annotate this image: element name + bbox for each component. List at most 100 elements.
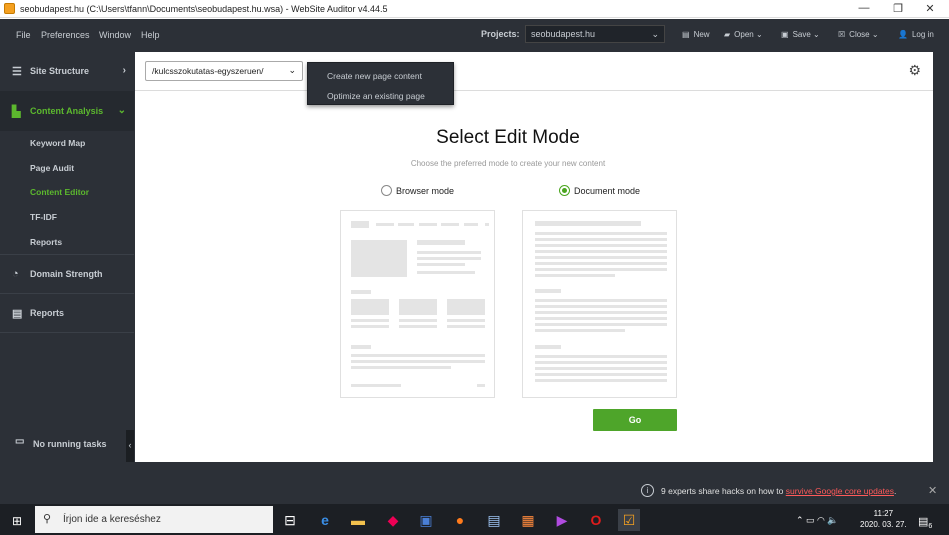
preview-block — [351, 345, 371, 349]
notification-bar: i 9 experts share hacks on how to surviv… — [0, 477, 949, 504]
preview-block — [535, 256, 667, 259]
preview-block — [419, 223, 437, 226]
chevron-down-icon: ⌄ — [117, 105, 126, 116]
preview-block — [351, 384, 401, 387]
chevron-down-icon: ⌄ — [288, 65, 296, 75]
preview-block — [417, 251, 481, 254]
folder-icon: ▰ — [724, 30, 731, 39]
preview-block — [351, 221, 369, 228]
browser-mode-radio[interactable]: Browser mode — [381, 185, 454, 196]
menu-item-create-new[interactable]: Create new page content — [327, 71, 422, 81]
sidebar-item-content-analysis[interactable]: ▙ Content Analysis ⌄ — [0, 91, 134, 131]
preview-block — [398, 223, 414, 226]
preview-block — [535, 373, 667, 376]
save-label: Save — [792, 30, 811, 39]
project-select[interactable]: seobudapest.hu ⌄ — [525, 25, 665, 43]
sidebar-item-page-audit[interactable]: Page Audit — [30, 163, 74, 173]
preview-block — [535, 379, 667, 382]
preview-block — [535, 262, 667, 265]
taskbar-search[interactable]: ⚲ Írjon ide a kereséshez — [35, 506, 273, 533]
close-button[interactable]: ✕ — [918, 2, 942, 15]
edge-icon[interactable]: e — [314, 509, 336, 531]
new-button[interactable]: ▤ New — [682, 30, 710, 39]
menu-preferences[interactable]: Preferences — [41, 30, 90, 40]
tray-icons[interactable]: ⌃ ▭ ◠ 🔈 — [796, 515, 839, 526]
preview-block — [447, 325, 485, 328]
menu-file[interactable]: File — [16, 30, 31, 40]
preview-block — [535, 221, 641, 226]
restore-button[interactable]: ❐ — [886, 2, 910, 15]
save-button[interactable]: ▣ Save ⌄ — [781, 30, 820, 39]
preview-block — [351, 325, 389, 328]
browser-mode-preview[interactable] — [340, 210, 495, 398]
url-select[interactable]: /kulcsszokutatas-egyszeruen/ ⌄ — [145, 61, 303, 81]
new-content-menu: Create new page content Optimize an exis… — [307, 62, 454, 105]
media-app-icon[interactable]: ▶ — [551, 509, 573, 531]
windows-taskbar: ⊞ ⚲ Írjon ide a kereséshez ⊟ e ▬ ◆ ▣ ● ▤… — [0, 504, 949, 535]
preview-block — [535, 238, 667, 241]
gear-icon[interactable]: ⚙ — [908, 62, 921, 79]
preview-block — [399, 325, 437, 328]
notification-count: 6 — [928, 523, 933, 531]
taskbar-clock[interactable]: 11:27 2020. 03. 27. — [860, 508, 907, 530]
app-icon-orange[interactable]: ▦ — [517, 509, 539, 531]
preview-block — [535, 361, 667, 364]
menu-item-optimize-existing[interactable]: Optimize an existing page — [327, 91, 425, 101]
login-label: Log in — [911, 30, 934, 39]
preview-block — [535, 329, 625, 332]
divider — [0, 332, 134, 333]
login-button[interactable]: 👤 Log in — [898, 30, 934, 39]
title-bar: seobudapest.hu (C:\Users\tfann\Documents… — [0, 0, 949, 18]
open-button[interactable]: ▰ Open ⌄ — [724, 30, 763, 39]
preview-block — [447, 319, 485, 322]
opera-icon[interactable]: O — [585, 509, 607, 531]
preview-block — [535, 250, 667, 253]
sidebar-item-site-structure[interactable]: ☰ Site Structure › — [0, 51, 134, 91]
content-analysis-icon: ▙ — [12, 106, 21, 118]
task-view-icon[interactable]: ⊟ — [279, 509, 301, 531]
go-button[interactable]: Go — [593, 409, 677, 431]
minimize-button[interactable]: — — [852, 2, 876, 14]
content-editor-panel: /kulcsszokutatas-egyszeruen/ ⌄ ⚙ Select … — [135, 52, 933, 462]
close-icon[interactable]: ✕ — [928, 484, 937, 497]
sidebar-item-label: Domain Strength — [30, 269, 103, 279]
website-auditor-taskbar-icon[interactable]: ☑ — [618, 509, 640, 531]
notification-text: 9 experts share hacks on how to survive … — [661, 486, 896, 496]
notifications-icon[interactable]: ▤6 — [918, 515, 932, 530]
open-label: Open — [734, 30, 754, 39]
sidebar-item-domain-strength[interactable]: ◔ Domain Strength — [0, 254, 134, 294]
sidebar-item-content-editor[interactable]: Content Editor — [30, 187, 89, 197]
preview-block — [351, 319, 389, 322]
document-mode-radio[interactable]: Document mode — [559, 185, 640, 196]
maps-icon[interactable]: ◆ — [382, 509, 404, 531]
tasks-label: No running tasks — [33, 439, 107, 449]
document-mode-preview[interactable] — [522, 210, 677, 398]
save-icon: ▣ — [781, 30, 789, 39]
document-mode-label: Document mode — [574, 186, 641, 196]
sidebar-item-label: Reports — [30, 308, 65, 318]
preview-block — [485, 223, 489, 226]
windows-start-icon[interactable]: ⊞ — [12, 514, 22, 528]
floppy-app-icon[interactable]: ▣ — [415, 509, 437, 531]
close-project-button[interactable]: ☒ Close ⌄ — [838, 30, 879, 39]
notification-link[interactable]: survive Google core updates — [786, 486, 894, 496]
firefox-icon[interactable]: ● — [449, 509, 471, 531]
project-value: seobudapest.hu — [531, 29, 596, 39]
tasks-icon: ▭ — [15, 436, 25, 447]
sidebar-item-keyword-map[interactable]: Keyword Map — [30, 138, 85, 148]
collapse-sidebar-button[interactable]: ‹ — [126, 430, 134, 462]
file-explorer-icon[interactable]: ▬ — [347, 509, 369, 531]
search-icon: ⚲ — [43, 513, 52, 525]
sidebar-item-reports-sub[interactable]: Reports — [30, 237, 62, 247]
menu-help[interactable]: Help — [141, 30, 160, 40]
running-tasks[interactable]: ▭ No running tasks — [0, 424, 134, 462]
menu-window[interactable]: Window — [99, 30, 131, 40]
chevron-down-icon: ⌄ — [651, 29, 659, 39]
search-placeholder: Írjon ide a kereséshez — [63, 514, 161, 525]
notepad-icon[interactable]: ▤ — [483, 509, 505, 531]
preview-block — [535, 345, 561, 349]
sidebar-item-reports[interactable]: ▤ Reports — [0, 293, 134, 333]
preview-block — [535, 367, 667, 370]
sidebar-item-tf-idf[interactable]: TF-IDF — [30, 212, 57, 222]
preview-block — [464, 223, 478, 226]
